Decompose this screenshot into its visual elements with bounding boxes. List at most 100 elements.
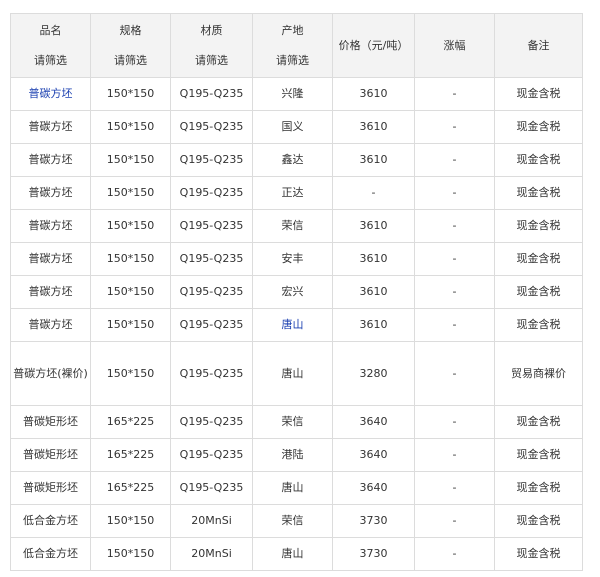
cell-note: 现金含税 [494,504,583,538]
cell-spec: 150*150 [90,110,171,144]
spec-filter[interactable]: 请筛选 [93,53,168,69]
cell-price: 3610 [332,209,415,243]
table-row: 普碳方坯 150*150 Q195-Q235 国义 3610 - 现金含税 [10,110,583,144]
cell-material: Q195-Q235 [170,143,253,177]
cell-note: 现金含税 [494,143,583,177]
cell-origin: 荣信 [252,209,333,243]
table-row: 普碳方坯 150*150 Q195-Q235 唐山 3610 - 现金含税 [10,308,583,342]
cell-change: - [414,176,495,210]
cell-material: Q195-Q235 [170,275,253,309]
table-row: 普碳矩形坯 165*225 Q195-Q235 港陆 3640 - 现金含税 [10,438,583,472]
cell-origin: 安丰 [252,242,333,276]
cell-origin: 唐山 [252,537,333,571]
cell-material: Q195-Q235 [170,438,253,472]
cell-origin: 唐山 [252,341,333,406]
table-row: 普碳方坯 150*150 Q195-Q235 荣信 3610 - 现金含税 [10,209,583,243]
origin-filter[interactable]: 请筛选 [255,53,330,69]
cell-spec: 150*150 [90,341,171,406]
cell-name: 普碳矩形坯 [10,471,91,505]
cell-note: 现金含税 [494,110,583,144]
table-row: 低合金方坯 150*150 20MnSi 唐山 3730 - 现金含税 [10,537,583,571]
cell-note: 现金含税 [494,275,583,309]
cell-origin[interactable]: 唐山 [252,308,333,342]
cell-spec: 150*150 [90,308,171,342]
cell-origin: 唐山 [252,471,333,505]
cell-material: Q195-Q235 [170,110,253,144]
origin-link[interactable]: 唐山 [282,318,304,331]
table-row: 普碳矩形坯 165*225 Q195-Q235 唐山 3640 - 现金含税 [10,471,583,505]
cell-note: 现金含税 [494,471,583,505]
cell-material: Q195-Q235 [170,209,253,243]
cell-change: - [414,438,495,472]
cell-material: Q195-Q235 [170,308,253,342]
cell-note: 贸易商裸价 [494,341,583,406]
cell-price: 3280 [332,341,415,406]
cell-change: - [414,341,495,406]
cell-material: 20MnSi [170,504,253,538]
cell-price: 3610 [332,143,415,177]
name-filter[interactable]: 请筛选 [13,53,88,69]
header-origin: 产地 请筛选 [252,13,333,78]
table-row: 低合金方坯 150*150 20MnSi 荣信 3730 - 现金含税 [10,504,583,538]
cell-spec: 150*150 [90,275,171,309]
cell-name: 普碳方坯 [10,110,91,144]
cell-material: Q195-Q235 [170,341,253,406]
cell-name: 低合金方坯 [10,537,91,571]
cell-price: 3730 [332,504,415,538]
cell-origin: 兴隆 [252,77,333,111]
cell-note: 现金含税 [494,308,583,342]
cell-note: 现金含税 [494,77,583,111]
cell-material: Q195-Q235 [170,77,253,111]
cell-price: 3610 [332,275,415,309]
cell-change: - [414,275,495,309]
table-row: 普碳矩形坯 165*225 Q195-Q235 荣信 3640 - 现金含税 [10,405,583,439]
cell-change: - [414,242,495,276]
header-name: 品名 请筛选 [10,13,91,78]
table-body: 普碳方坯 150*150 Q195-Q235 兴隆 3610 - 现金含税 普碳… [10,77,583,571]
cell-spec: 150*150 [90,504,171,538]
cell-material: Q195-Q235 [170,471,253,505]
header-name-label: 品名 [39,23,62,37]
cell-note: 现金含税 [494,242,583,276]
cell-price: 3610 [332,110,415,144]
cell-price: 3640 [332,471,415,505]
header-row: 品名 请筛选 规格 请筛选 材质 请筛选 产地 请筛选 价格（元/吨） 涨幅 备… [10,13,583,78]
cell-spec: 165*225 [90,471,171,505]
table-row: 普碳方坯 150*150 Q195-Q235 安丰 3610 - 现金含税 [10,242,583,276]
cell-price: 3610 [332,242,415,276]
cell-note: 现金含税 [494,438,583,472]
cell-change: - [414,504,495,538]
cell-origin: 宏兴 [252,275,333,309]
cell-name: 普碳方坯 [10,275,91,309]
cell-origin: 国义 [252,110,333,144]
cell-origin: 荣信 [252,405,333,439]
cell-origin: 荣信 [252,504,333,538]
header-material-label: 材质 [200,23,223,37]
cell-name: 低合金方坯 [10,504,91,538]
table-row: 普碳方坯 150*150 Q195-Q235 鑫达 3610 - 现金含税 [10,143,583,177]
cell-name[interactable]: 普碳方坯 [10,77,91,111]
cell-name: 普碳矩形坯 [10,438,91,472]
cell-change: - [414,209,495,243]
cell-spec: 165*225 [90,405,171,439]
material-filter[interactable]: 请筛选 [173,53,250,69]
cell-spec: 150*150 [90,77,171,111]
cell-name: 普碳方坯 [10,143,91,177]
header-material: 材质 请筛选 [170,13,253,78]
cell-spec: 165*225 [90,438,171,472]
cell-note: 现金含税 [494,209,583,243]
table-row: 普碳方坯(裸价) 150*150 Q195-Q235 唐山 3280 - 贸易商… [10,341,583,406]
price-table: 品名 请筛选 规格 请筛选 材质 请筛选 产地 请筛选 价格（元/吨） 涨幅 备… [10,13,583,571]
cell-price: 3640 [332,438,415,472]
header-price: 价格（元/吨） [332,13,415,78]
cell-spec: 150*150 [90,143,171,177]
cell-change: - [414,110,495,144]
cell-name: 普碳方坯 [10,176,91,210]
page: 品名 请筛选 规格 请筛选 材质 请筛选 产地 请筛选 价格（元/吨） 涨幅 备… [0,0,600,577]
product-link[interactable]: 普碳方坯 [29,87,73,100]
table-row: 普碳方坯 150*150 Q195-Q235 宏兴 3610 - 现金含税 [10,275,583,309]
cell-material: 20MnSi [170,537,253,571]
table-row: 普碳方坯 150*150 Q195-Q235 正达 - - 现金含税 [10,176,583,210]
cell-origin: 港陆 [252,438,333,472]
cell-name: 普碳方坯 [10,242,91,276]
